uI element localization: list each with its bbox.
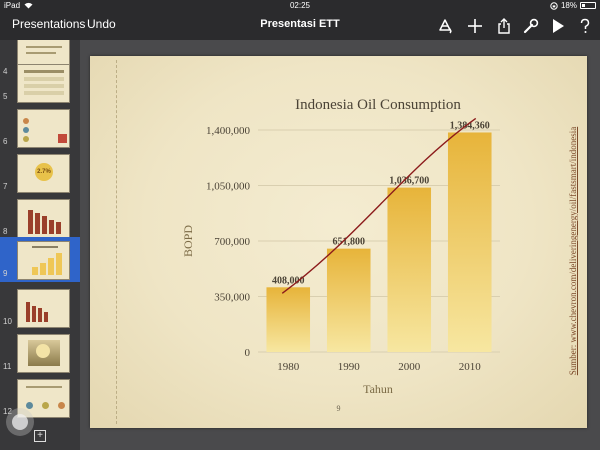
bar <box>266 287 311 352</box>
y-tick-label: 350,000 <box>214 292 250 304</box>
bar <box>326 248 371 352</box>
slide-preview <box>17 199 70 238</box>
slide-thumbnail-9[interactable]: 9 <box>0 237 80 282</box>
y-tick-label: 700,000 <box>214 236 250 248</box>
play-icon[interactable] <box>549 17 567 35</box>
x-axis-label: Tahun <box>363 382 393 396</box>
slide[interactable]: Indonesia Oil Consumption 0 350,000 700,00… <box>90 56 587 428</box>
undo-button[interactable]: Undo <box>87 17 116 31</box>
presentations-button[interactable]: Presentations <box>12 17 85 31</box>
toolbar: Presentations Undo Presentasi ETT <box>0 12 600 40</box>
slide-thumbnail-6[interactable]: 6 <box>0 105 80 150</box>
add-icon[interactable] <box>466 17 484 35</box>
wrench-icon[interactable] <box>522 17 540 35</box>
slide-thumbnail-10[interactable]: 10 <box>0 285 80 330</box>
y-tick-label: 1,050,000 <box>206 181 251 193</box>
status-bar: iPad 02:25 18% <box>0 0 600 12</box>
y-tick-label: 0 <box>245 347 251 359</box>
slide-thumbnail-5[interactable]: 5 <box>0 60 80 105</box>
x-tick-label: 1990 <box>338 361 361 373</box>
help-icon[interactable] <box>576 17 594 35</box>
slide-number: 11 <box>3 362 12 371</box>
y-axis-ticks: 0 350,000 700,000 1,050,000 1,400,000 <box>206 125 251 359</box>
share-icon[interactable] <box>495 17 513 35</box>
battery-text: 18% <box>560 1 577 10</box>
y-axis-label: BOPD <box>181 225 195 257</box>
trend-line <box>281 117 477 294</box>
slide-number: 5 <box>3 92 8 101</box>
x-axis-ticks: 1980 1990 2000 2010 <box>277 361 481 373</box>
format-brush-icon[interactable] <box>436 17 454 35</box>
add-slide-icon[interactable]: + <box>34 430 46 442</box>
slide-preview: 2.7% <box>17 154 70 193</box>
oil-consumption-chart[interactable]: Indonesia Oil Consumption 0 350,000 700,00… <box>90 56 587 428</box>
data-label: 1,036,700 <box>389 176 429 187</box>
slide-thumbnail-11[interactable]: 11 <box>0 330 80 375</box>
source-text: Sumber: www.chevron.com/deliveringenergy… <box>568 126 578 376</box>
slide-number: 10 <box>3 317 12 326</box>
battery-icon <box>580 2 596 9</box>
status-right: 18% <box>550 1 596 10</box>
chart-title: Indonesia Oil Consumption <box>295 97 461 113</box>
slide-preview <box>17 241 70 280</box>
slide-number: 6 <box>3 137 8 146</box>
slide-thumbnail-8[interactable]: 8 <box>0 195 80 240</box>
y-tick-label: 1,400,000 <box>206 125 251 137</box>
chart-bars <box>266 132 492 352</box>
source-link[interactable]: Sumber: www.chevron.com/deliveringenergy… <box>566 126 580 376</box>
orientation-lock-icon <box>550 1 558 10</box>
x-tick-label: 2010 <box>459 361 482 373</box>
x-tick-label: 1980 <box>277 361 300 373</box>
slide-preview <box>17 64 70 103</box>
slide-page-number: 9 <box>336 404 341 413</box>
slide-number: 8 <box>3 227 8 236</box>
bar <box>447 132 492 352</box>
battery-fill <box>582 4 585 7</box>
slide-preview <box>17 334 70 373</box>
assistive-touch-button[interactable] <box>6 408 34 436</box>
slide-navigator: 4 5 6 7 2.7% 8 9 10 11 12 <box>0 40 80 450</box>
thumb-percent-badge: 2.7% <box>35 163 53 181</box>
slide-number: 7 <box>3 182 8 191</box>
slide-thumbnail-7[interactable]: 7 2.7% <box>0 150 80 195</box>
x-tick-label: 2000 <box>398 361 421 373</box>
slide-preview <box>17 289 70 328</box>
slide-preview <box>17 109 70 148</box>
status-time: 02:25 <box>289 1 311 10</box>
slide-number: 9 <box>3 269 8 278</box>
bar <box>387 187 432 352</box>
data-label: 408,000 <box>272 275 305 286</box>
